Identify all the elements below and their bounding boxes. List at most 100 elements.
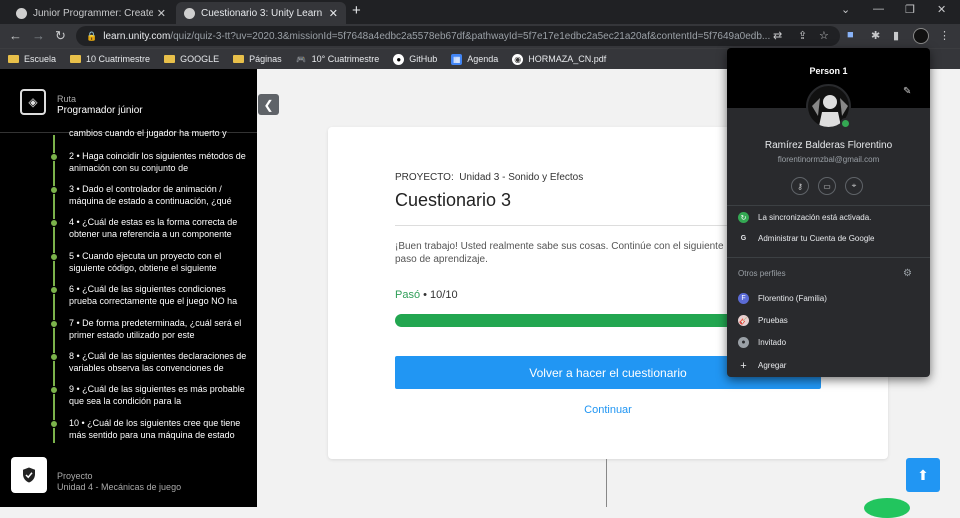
- tab-title: Junior Programmer: Create with C: [33, 7, 153, 19]
- edit-pencil-icon[interactable]: ✎: [903, 86, 911, 97]
- page-title: Cuestionario 3: [395, 190, 512, 210]
- completed-dot: [50, 286, 58, 294]
- sidebar-item-question-2[interactable]: 2 • Haga coincidir los siguientes método…: [69, 150, 249, 174]
- close-tab-icon[interactable]: ✕: [329, 7, 338, 20]
- new-tab-button[interactable]: +: [352, 2, 361, 19]
- bookmark-folder[interactable]: Escuela: [8, 54, 56, 64]
- sidebar-item-question-10[interactable]: 10 • ¿Cuál de los siguientes cree que ti…: [69, 417, 249, 441]
- sync-text: La sincronización está activada.: [758, 213, 872, 222]
- menu-kebab-icon[interactable]: ⋮: [939, 29, 950, 42]
- profile-initial-icon: F: [738, 293, 749, 304]
- path-connector-line: [606, 459, 607, 507]
- folder-icon: [233, 55, 245, 63]
- back-button[interactable]: ←: [9, 28, 22, 43]
- reload-button[interactable]: ↻: [55, 28, 66, 44]
- profile-item-pruebas[interactable]: 🎸 Pruebas: [738, 315, 788, 326]
- profile-item-invitado[interactable]: ● Invitado: [738, 337, 786, 348]
- plus-icon: +: [740, 359, 747, 372]
- chat-bubble-partial[interactable]: [864, 498, 910, 518]
- sync-status-row[interactable]: ↻ La sincronización está activada.: [738, 212, 871, 223]
- pathway-name[interactable]: Programador júnior: [57, 105, 143, 116]
- bookmark-link[interactable]: 🎮 10° Cuatrimestre: [296, 54, 380, 65]
- unity-favicon-icon: [16, 7, 27, 19]
- scroll-to-top-button[interactable]: ⬆: [906, 458, 940, 492]
- gamepad-icon: 🎮: [296, 54, 307, 64]
- close-tab-icon[interactable]: ✕: [157, 7, 166, 20]
- sidebar-item-question-6[interactable]: 6 • ¿Cuál de las siguientes condiciones …: [69, 283, 249, 307]
- bookmark-label: Agenda: [467, 54, 499, 64]
- github-icon: ●: [393, 53, 405, 65]
- calendar-icon: ▦: [451, 53, 463, 65]
- side-panel-icon[interactable]: ▮: [893, 29, 899, 42]
- passwords-key-icon[interactable]: ⚷: [791, 177, 809, 195]
- extensions-puzzle-icon[interactable]: ✱: [871, 29, 880, 42]
- continue-link[interactable]: Continuar: [328, 404, 888, 416]
- sync-icon: ↻: [738, 212, 749, 223]
- close-window-button[interactable]: ✕: [937, 3, 946, 16]
- tab-search-icon[interactable]: ⌄: [841, 3, 850, 16]
- privacy-shield-button[interactable]: [11, 457, 47, 493]
- bookmark-link[interactable]: ▦ Agenda: [451, 53, 499, 65]
- sidebar-item-question-5[interactable]: 5 • Cuando ejecuta un proyecto con el si…: [69, 250, 249, 274]
- shield-check-icon: [23, 467, 35, 483]
- profile-full-name: Ramírez Balderas Florentino: [764, 140, 893, 151]
- arrow-up-icon: ⬆: [917, 466, 929, 483]
- bookmark-folder[interactable]: GOOGLE: [164, 54, 219, 64]
- completed-dot: [50, 386, 58, 394]
- translate-icon[interactable]: ⇄: [773, 29, 782, 42]
- share-icon[interactable]: ⇪: [798, 29, 807, 42]
- sidebar-item-1-partial[interactable]: cambios cuando el jugador ha muerto y: [69, 127, 249, 139]
- folder-icon: [8, 55, 19, 63]
- gear-icon[interactable]: ⚙: [903, 268, 912, 279]
- profile-name: Florentino (Familia): [758, 294, 827, 303]
- globe-icon: ◉: [512, 53, 524, 65]
- bookmark-label: GOOGLE: [180, 54, 220, 64]
- tab-cuestionario[interactable]: Cuestionario 3: Unity Learn ✕: [176, 2, 346, 24]
- folder-icon: [164, 55, 176, 63]
- sidebar-item-question-8[interactable]: 8 • ¿Cuál de las siguientes declaracione…: [69, 350, 249, 374]
- manage-account-row[interactable]: G Administrar tu Cuenta de Google: [738, 233, 875, 244]
- bookmark-folder[interactable]: Páginas: [233, 54, 282, 64]
- bookmark-label: Escuela: [24, 54, 57, 64]
- folder-icon: [70, 55, 82, 63]
- minimize-button[interactable]: —: [873, 3, 884, 15]
- project-name[interactable]: Unidad 3 - Sonido y Efectos: [459, 172, 583, 183]
- sidebar-item-question-4[interactable]: 4 • ¿Cuál de estas es la forma correcta …: [69, 216, 249, 240]
- browser-tab-strip: Junior Programmer: Create with C ✕ Cuest…: [0, 0, 960, 24]
- address-bar[interactable]: 🔒 learn.unity.com/quiz/quiz-3-tt?uv=2020…: [76, 26, 840, 46]
- bookmark-label: Páginas: [249, 54, 282, 64]
- next-project-link[interactable]: Unidad 4 - Mecánicas de juego: [57, 482, 181, 492]
- profile-item-familia[interactable]: F Florentino (Familia): [738, 293, 827, 304]
- addresses-location-icon[interactable]: ⌖: [845, 177, 863, 195]
- profile-avatar-button[interactable]: [913, 28, 929, 44]
- completed-dot: [50, 253, 58, 261]
- sync-badge-icon: [840, 118, 851, 129]
- sidebar-header: ◈ Ruta Programador júnior: [0, 69, 257, 133]
- bookmark-link[interactable]: ◉ HORMAZA_CN.pdf: [512, 53, 606, 65]
- score-value: 10/10: [430, 289, 458, 301]
- guest-person-icon: ●: [738, 337, 749, 348]
- unity-favicon-icon: [184, 7, 195, 19]
- maximize-button[interactable]: ❐: [905, 3, 915, 16]
- sidebar-item-question-3[interactable]: 3 • Dado el controlador de animación / m…: [69, 183, 249, 207]
- collapse-sidebar-button[interactable]: ❮: [258, 94, 279, 115]
- bookmark-folder[interactable]: 10 Cuatrimestre: [70, 54, 150, 64]
- guitar-avatar-icon: 🎸: [738, 315, 749, 326]
- bookmark-star-icon[interactable]: ☆: [819, 29, 829, 42]
- completed-dot: [50, 153, 58, 161]
- bookmark-label: 10 Cuatrimestre: [86, 54, 151, 64]
- extension-translate-icon[interactable]: ■: [847, 29, 854, 41]
- tab-junior-programmer[interactable]: Junior Programmer: Create with C ✕: [8, 2, 174, 24]
- sidebar-item-question-7[interactable]: 7 • De forma predeterminada, ¿cuál será …: [69, 317, 249, 341]
- forward-button[interactable]: →: [32, 28, 45, 43]
- course-sidebar: ◈ Ruta Programador júnior cambios cuando…: [0, 69, 257, 507]
- project-label: PROYECTO:: [395, 172, 454, 183]
- lock-icon: 🔒: [86, 30, 98, 41]
- browser-toolbar: ← → ↻ 🔒 learn.unity.com/quiz/quiz-3-tt?u…: [0, 24, 960, 48]
- add-profile-row[interactable]: + Agregar: [738, 359, 786, 372]
- sidebar-item-question-9[interactable]: 9 • ¿Cuál de las siguientes es más proba…: [69, 383, 249, 407]
- next-project-label: Proyecto: [57, 471, 93, 481]
- bookmark-label: 10° Cuatrimestre: [311, 54, 380, 64]
- payment-card-icon[interactable]: ▭: [818, 177, 836, 195]
- bookmark-link[interactable]: ● GitHub: [393, 53, 437, 65]
